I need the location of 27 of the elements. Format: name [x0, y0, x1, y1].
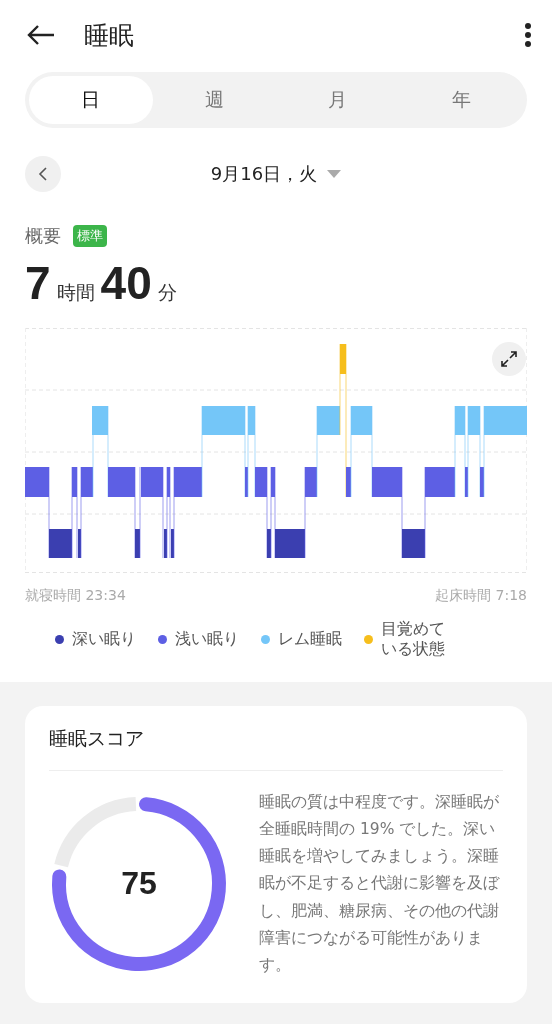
- hours-unit: 時間: [56, 280, 95, 305]
- legend-label: 深い眠り: [72, 629, 136, 650]
- card-title: 睡眠スコア: [49, 726, 503, 771]
- date-picker[interactable]: 9月16日，火: [61, 161, 491, 187]
- period-tab[interactable]: 日: [29, 76, 153, 124]
- bedtime-label: 就寝時間 23:34: [25, 587, 126, 605]
- legend-label: 目覚めている状態: [381, 619, 446, 659]
- back-icon[interactable]: [26, 24, 56, 46]
- legend-label: レム睡眠: [278, 629, 342, 650]
- legend-label: 浅い眠り: [175, 629, 239, 650]
- status-badge: 標準: [73, 225, 107, 247]
- score-value: 75: [121, 865, 157, 903]
- period-tab[interactable]: 年: [399, 76, 523, 124]
- summary-title: 概要: [25, 224, 61, 248]
- score-description: 睡眠の質は中程度です。深睡眠が全睡眠時間の 19% でした。深い睡眠を増やしてみましょう。深睡眠が不足すると代謝に影響を及ぼし、肥満、糖尿病、その他の代謝障害につながる可能性があります。: [259, 792, 501, 976]
- expand-icon[interactable]: [492, 342, 526, 376]
- more-icon[interactable]: [524, 22, 532, 48]
- caret-icon: [327, 170, 342, 178]
- duration-hours: 7: [25, 256, 51, 310]
- page-title: 睡眠: [84, 19, 135, 52]
- duration-minutes: 40: [100, 256, 152, 310]
- previous-day-button[interactable]: [25, 156, 61, 192]
- period-tab[interactable]: 週: [152, 76, 276, 124]
- chevron-left-icon: [38, 167, 48, 181]
- wake-time-label: 起床時間 7:18: [435, 587, 527, 605]
- period-tab[interactable]: 月: [276, 76, 400, 124]
- minutes-unit: 分: [157, 280, 177, 305]
